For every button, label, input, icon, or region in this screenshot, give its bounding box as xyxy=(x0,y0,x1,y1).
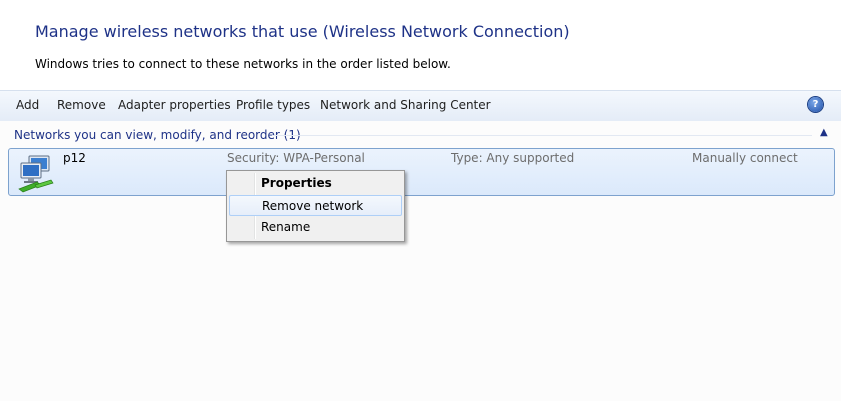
remove-button[interactable]: Remove xyxy=(57,98,106,112)
network-name: p12 xyxy=(63,151,86,165)
menu-item-label: Properties xyxy=(261,176,332,190)
context-menu: Properties Remove network Rename xyxy=(226,170,405,242)
network-connect-mode: Manually connect xyxy=(692,151,798,165)
menu-item-label: Rename xyxy=(261,220,311,234)
group-header[interactable]: Networks you can view, modify, and reord… xyxy=(14,128,301,142)
add-button[interactable]: Add xyxy=(16,98,39,112)
network-sharing-center-button[interactable]: Network and Sharing Center xyxy=(320,98,491,112)
network-type: Type: Any supported xyxy=(451,151,575,165)
page-title: Manage wireless networks that use (Wirel… xyxy=(35,22,570,41)
header: Manage wireless networks that use (Wirel… xyxy=(0,0,843,90)
help-icon[interactable]: ? xyxy=(808,97,823,112)
profile-types-button[interactable]: Profile types xyxy=(236,98,310,112)
wireless-network-icon xyxy=(18,155,54,193)
menu-item-rename[interactable]: Rename xyxy=(229,217,402,238)
menu-item-remove-network[interactable]: Remove network xyxy=(229,195,402,216)
network-row[interactable]: p12 Security: WPA-Personal Type: Any sup… xyxy=(8,148,835,196)
menu-item-label: Remove network xyxy=(262,199,364,213)
menu-item-properties[interactable]: Properties xyxy=(229,173,402,194)
chevron-up-icon[interactable]: ▲ xyxy=(820,127,828,138)
network-security: Security: WPA-Personal xyxy=(227,151,365,165)
group-divider xyxy=(272,135,812,136)
page-subtitle: Windows tries to connect to these networ… xyxy=(35,57,451,71)
adapter-properties-button[interactable]: Adapter properties xyxy=(118,98,231,112)
toolbar: Add Remove Adapter properties Profile ty… xyxy=(0,90,841,122)
networks-list: Networks you can view, modify, and reord… xyxy=(0,121,841,401)
